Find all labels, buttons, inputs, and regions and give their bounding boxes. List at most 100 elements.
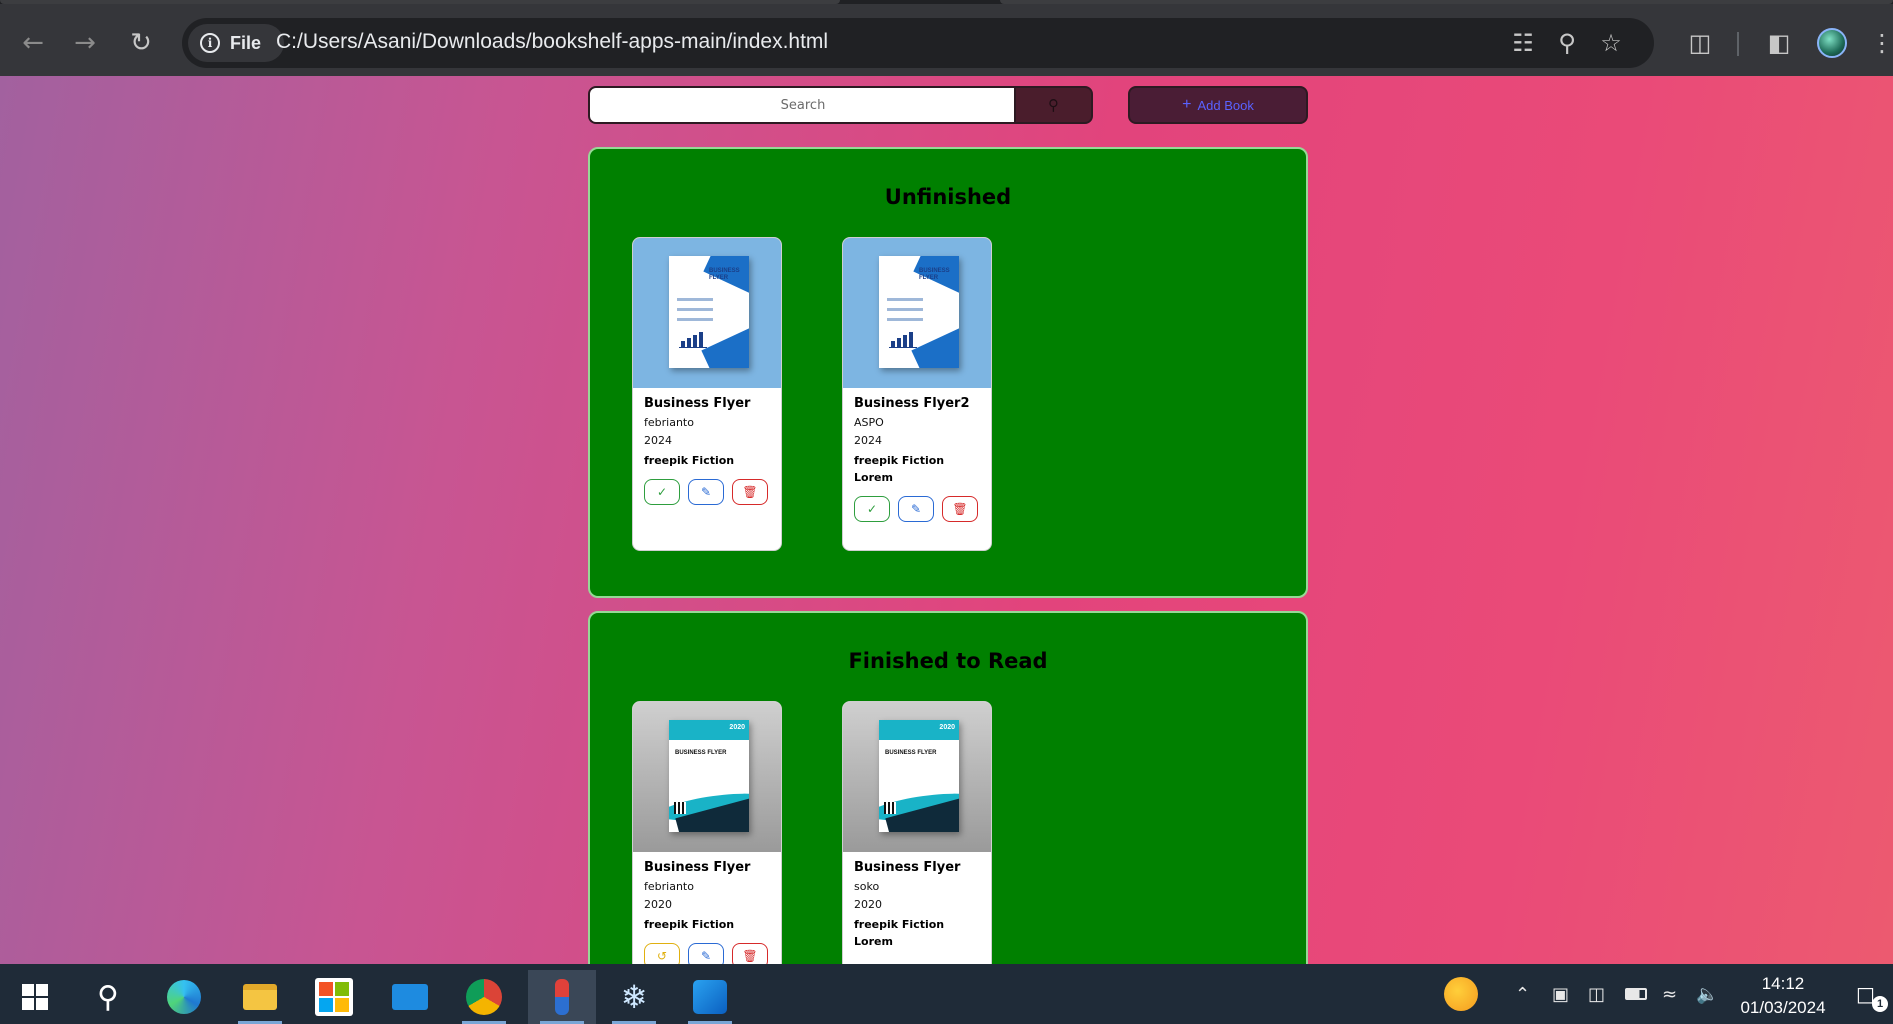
arrow-right-icon: → bbox=[74, 28, 96, 58]
meet-now-icon[interactable]: ▣ bbox=[1552, 964, 1569, 1024]
battery-icon-glyph bbox=[1625, 988, 1647, 1000]
book-title: Business Flyer bbox=[854, 860, 961, 875]
url-text[interactable]: C:/Users/Asani/Downloads/bookshelf-apps-… bbox=[276, 30, 828, 54]
search-button[interactable]: ⚲ bbox=[1014, 86, 1093, 124]
edit-book-button[interactable]: ✎ bbox=[688, 479, 724, 505]
mail-app-button[interactable] bbox=[380, 970, 440, 1024]
weather-widget[interactable] bbox=[1444, 964, 1478, 1024]
book-description: freepik Fiction bbox=[854, 918, 945, 931]
trash-icon: 🗑 bbox=[742, 485, 758, 499]
edge-icon bbox=[167, 980, 201, 1014]
mail-icon bbox=[392, 984, 428, 1010]
trash-icon: 🗑 bbox=[952, 502, 968, 516]
photos-app-button[interactable] bbox=[680, 970, 740, 1024]
site-info-label: File bbox=[230, 32, 262, 53]
delete-book-button[interactable]: 🗑 bbox=[942, 496, 978, 522]
snipping-tool-icon bbox=[555, 979, 569, 1015]
search-icon: ⚲ bbox=[1048, 96, 1059, 114]
menu-kebab-icon[interactable]: ⋮ bbox=[1870, 26, 1893, 60]
file-explorer-button[interactable] bbox=[230, 970, 290, 1024]
info-icon: i bbox=[200, 33, 220, 53]
display-icon[interactable]: ◫ bbox=[1588, 964, 1605, 1024]
edit-icon: ✎ bbox=[910, 502, 922, 516]
profile-avatar[interactable] bbox=[1817, 28, 1847, 58]
mark-unfinished-button[interactable]: ↺ bbox=[644, 943, 680, 964]
toolbar-divider bbox=[1737, 32, 1739, 56]
book-year: 2020 bbox=[854, 898, 882, 911]
search-taskbar-button[interactable]: ⚲ bbox=[78, 970, 138, 1024]
search-input[interactable] bbox=[588, 86, 1016, 124]
weather-partly-cloudy-icon bbox=[1444, 977, 1478, 1011]
edit-icon: ✎ bbox=[700, 949, 712, 963]
book-description: Lorem bbox=[854, 935, 893, 948]
mark-finished-button[interactable]: ✓ bbox=[854, 496, 890, 522]
back-button[interactable]: ← bbox=[16, 26, 50, 60]
book-author: soko bbox=[854, 880, 880, 893]
add-book-button[interactable]: + Add Book bbox=[1128, 86, 1308, 124]
notification-center-button[interactable]: □ 1 bbox=[1856, 982, 1888, 1012]
book-description: freepik Fiction bbox=[644, 454, 735, 467]
book-year: 2024 bbox=[854, 434, 882, 447]
reload-button[interactable]: ↻ bbox=[124, 26, 158, 60]
extensions-icon[interactable]: ◫ bbox=[1683, 26, 1717, 60]
clock-time: 14:12 bbox=[1761, 974, 1805, 993]
shelf-unfinished: Unfinished BUSINESS FLYER Business Flyer … bbox=[588, 147, 1308, 598]
book-title: Business Flyer bbox=[644, 860, 751, 875]
mark-finished-button[interactable]: ✓ bbox=[644, 479, 680, 505]
system-clock[interactable]: 14:12 01/03/2024 bbox=[1728, 972, 1838, 1020]
edit-book-button[interactable]: ✎ bbox=[688, 943, 724, 964]
delete-book-button[interactable]: 🗑 bbox=[732, 479, 768, 505]
book-card: BUSINESS FLYER Business Flyer2 ASPO 2024 … bbox=[842, 237, 992, 551]
shelf-finished: Finished to Read 2020 BUSINESS FLYER Bus… bbox=[588, 611, 1308, 964]
chevron-up-icon: ⌃ bbox=[1515, 983, 1531, 1005]
side-panel-icon[interactable]: ◧ bbox=[1762, 26, 1796, 60]
notification-badge: 1 bbox=[1872, 996, 1888, 1012]
store-app-button[interactable] bbox=[304, 970, 364, 1024]
edit-icon: ✎ bbox=[700, 485, 712, 499]
photos-icon bbox=[693, 980, 727, 1014]
folder-icon bbox=[243, 984, 277, 1010]
forward-button[interactable]: → bbox=[68, 26, 102, 60]
snowflake-app-button[interactable]: ❄ bbox=[604, 970, 664, 1024]
snipping-tool-button[interactable] bbox=[528, 970, 596, 1024]
volume-icon[interactable]: 🔈 bbox=[1696, 964, 1718, 1024]
start-button[interactable] bbox=[6, 970, 66, 1024]
book-year: 2020 bbox=[644, 898, 672, 911]
monitor-icon: ◫ bbox=[1588, 983, 1606, 1005]
site-info-chip[interactable]: i File bbox=[188, 24, 284, 62]
windows-logo-icon bbox=[22, 984, 48, 1010]
bookmark-star-icon[interactable]: ☆ bbox=[1596, 28, 1626, 58]
address-bar[interactable]: i File C:/Users/Asani/Downloads/bookshel… bbox=[182, 18, 1654, 68]
book-title: Business Flyer bbox=[644, 396, 751, 411]
battery-icon[interactable] bbox=[1625, 964, 1647, 1024]
plus-icon: + bbox=[1182, 96, 1192, 113]
book-card: 2020 BUSINESS FLYER Business Flyer soko … bbox=[842, 701, 992, 964]
shelf-title: Finished to Read bbox=[848, 649, 1048, 673]
book-description: freepik Fiction bbox=[854, 454, 945, 467]
camera-icon: ▣ bbox=[1552, 983, 1570, 1005]
wifi-icon[interactable]: ≈ bbox=[1662, 964, 1677, 1024]
book-description: freepik Fiction bbox=[644, 918, 735, 931]
search-form: ⚲ bbox=[588, 86, 1093, 124]
translate-icon[interactable]: ☷ bbox=[1508, 28, 1538, 58]
book-year: 2024 bbox=[644, 434, 672, 447]
book-author: febrianto bbox=[644, 416, 694, 429]
book-cover-image: BUSINESS FLYER bbox=[843, 238, 991, 388]
show-hidden-icons[interactable]: ⌃ bbox=[1515, 964, 1530, 1024]
wifi-icon-glyph: ≈ bbox=[1662, 983, 1678, 1005]
edit-book-button[interactable]: ✎ bbox=[898, 496, 934, 522]
book-cover-image: 2020 BUSINESS FLYER bbox=[843, 702, 991, 852]
arrow-left-icon: ← bbox=[22, 28, 44, 58]
book-card: BUSINESS FLYER Business Flyer febrianto 2… bbox=[632, 237, 782, 551]
book-title: Business Flyer2 bbox=[854, 396, 970, 411]
shelf-title: Unfinished bbox=[884, 185, 1012, 209]
delete-book-button[interactable]: 🗑 bbox=[732, 943, 768, 964]
check-circle-icon: ✓ bbox=[866, 502, 878, 516]
book-card: 2020 BUSINESS FLYER Business Flyer febri… bbox=[632, 701, 782, 964]
reload-icon: ↻ bbox=[130, 28, 152, 58]
chrome-app-button[interactable] bbox=[454, 970, 514, 1024]
edge-app-button[interactable] bbox=[154, 970, 214, 1024]
zoom-icon[interactable]: ⚲ bbox=[1552, 28, 1582, 58]
clock-date: 01/03/2024 bbox=[1740, 998, 1826, 1017]
store-icon bbox=[315, 978, 353, 1016]
